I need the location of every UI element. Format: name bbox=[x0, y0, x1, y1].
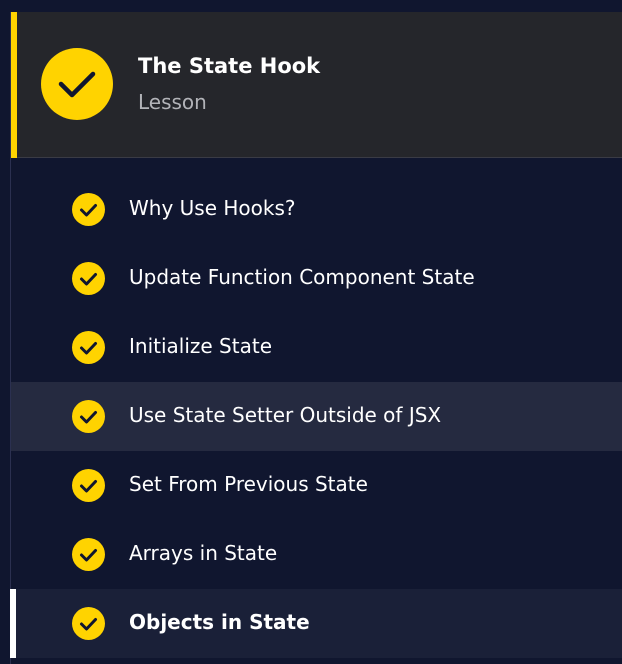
lesson-complete-check-icon bbox=[41, 48, 113, 120]
exercise-label: Objects in State bbox=[129, 610, 310, 634]
completed-check-icon bbox=[72, 331, 105, 364]
completed-check-icon bbox=[72, 262, 105, 295]
exercise-label: Update Function Component State bbox=[129, 265, 475, 289]
exercise-label: Use State Setter Outside of JSX bbox=[129, 403, 442, 427]
lesson-panel: The State Hook Lesson Why Use Hooks? Upd… bbox=[10, 12, 622, 664]
exercise-item-arrays-in-state[interactable]: Arrays in State bbox=[11, 520, 622, 589]
current-item-indicator bbox=[10, 589, 16, 658]
completed-check-icon bbox=[72, 193, 105, 226]
exercise-item-initialize-state[interactable]: Initialize State bbox=[11, 313, 622, 382]
lesson-type-label: Lesson bbox=[138, 90, 207, 114]
left-gutter bbox=[0, 0, 10, 664]
exercise-item-set-from-previous-state[interactable]: Set From Previous State bbox=[11, 451, 622, 520]
exercise-item-objects-in-state[interactable]: Objects in State bbox=[10, 589, 622, 658]
completed-check-icon bbox=[72, 469, 105, 502]
exercise-item-update-function-component-state[interactable]: Update Function Component State bbox=[11, 244, 622, 313]
exercise-label: Why Use Hooks? bbox=[129, 196, 296, 220]
exercise-label: Arrays in State bbox=[129, 541, 278, 565]
exercise-label: Set From Previous State bbox=[129, 472, 368, 496]
completed-check-icon bbox=[72, 607, 105, 640]
lesson-header-accent-bar bbox=[11, 12, 17, 158]
top-gutter bbox=[0, 0, 622, 12]
completed-check-icon bbox=[72, 400, 105, 433]
course-navigator: The State Hook Lesson Why Use Hooks? Upd… bbox=[0, 0, 622, 664]
lesson-title: The State Hook bbox=[138, 54, 321, 78]
lesson-header[interactable]: The State Hook Lesson bbox=[11, 12, 622, 158]
exercise-item-use-state-setter-outside-of-jsx[interactable]: Use State Setter Outside of JSX bbox=[11, 382, 622, 451]
exercise-item-why-use-hooks[interactable]: Why Use Hooks? bbox=[11, 175, 622, 244]
completed-check-icon bbox=[72, 538, 105, 571]
exercise-label: Initialize State bbox=[129, 334, 272, 358]
